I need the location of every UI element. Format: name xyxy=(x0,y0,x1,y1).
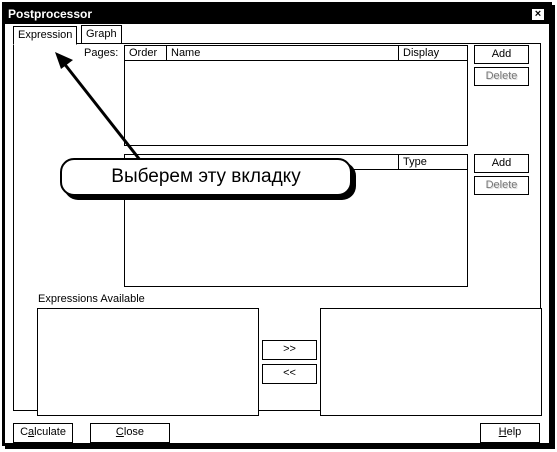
pages-label: Pages: xyxy=(84,47,119,59)
move-right-button[interactable]: >> xyxy=(262,340,317,360)
move-right-label: >> xyxy=(283,343,296,355)
column-type[interactable]: Type xyxy=(399,155,467,169)
postprocessor-dialog: Postprocessor × Expression Graph Pages: … xyxy=(2,2,552,446)
pages-delete-button[interactable]: Delete xyxy=(474,67,529,86)
pages-add-button[interactable]: Add xyxy=(474,45,529,64)
column-order[interactable]: Order xyxy=(125,46,167,60)
close-icon[interactable]: × xyxy=(531,8,545,21)
tab-expression[interactable]: Expression xyxy=(13,26,78,45)
close-label: Close xyxy=(115,426,145,438)
tab-panel: Pages: Order Name Display Add Delete Typ… xyxy=(13,43,542,416)
pages-list[interactable]: Order Name Display xyxy=(124,45,468,146)
help-label: Help xyxy=(498,426,522,438)
close-button[interactable]: Close xyxy=(90,423,170,443)
pages-add-label: Add xyxy=(491,48,512,60)
expressions-available-label: Expressions Available xyxy=(38,293,145,305)
curves-delete-label: Delete xyxy=(485,179,518,191)
callout-box: Выберем эту вкладку xyxy=(60,158,352,196)
window-title: Postprocessor xyxy=(8,7,93,21)
title-bar[interactable]: Postprocessor xyxy=(5,5,549,24)
pages-column-header: Order Name Display xyxy=(125,46,467,61)
curves-delete-button[interactable]: Delete xyxy=(474,176,529,195)
tab-expression-label: Expression xyxy=(18,29,73,41)
tab-graph[interactable]: Graph xyxy=(81,25,122,43)
calculate-label: Calculate xyxy=(20,426,66,438)
pages-delete-label: Delete xyxy=(485,70,518,82)
tab-graph-label: Graph xyxy=(86,28,117,40)
expressions-available-list[interactable] xyxy=(37,308,259,416)
expressions-selected-list[interactable] xyxy=(320,308,542,416)
column-display[interactable]: Display xyxy=(399,46,467,60)
callout-text: Выберем эту вкладку xyxy=(111,166,301,187)
move-left-button[interactable]: << xyxy=(262,364,317,384)
curves-add-button[interactable]: Add xyxy=(474,154,529,173)
curves-add-label: Add xyxy=(491,157,512,169)
help-button[interactable]: Help xyxy=(480,423,540,443)
move-left-label: << xyxy=(283,367,296,379)
calculate-button[interactable]: Calculate xyxy=(13,423,73,443)
column-name[interactable]: Name xyxy=(167,46,399,60)
